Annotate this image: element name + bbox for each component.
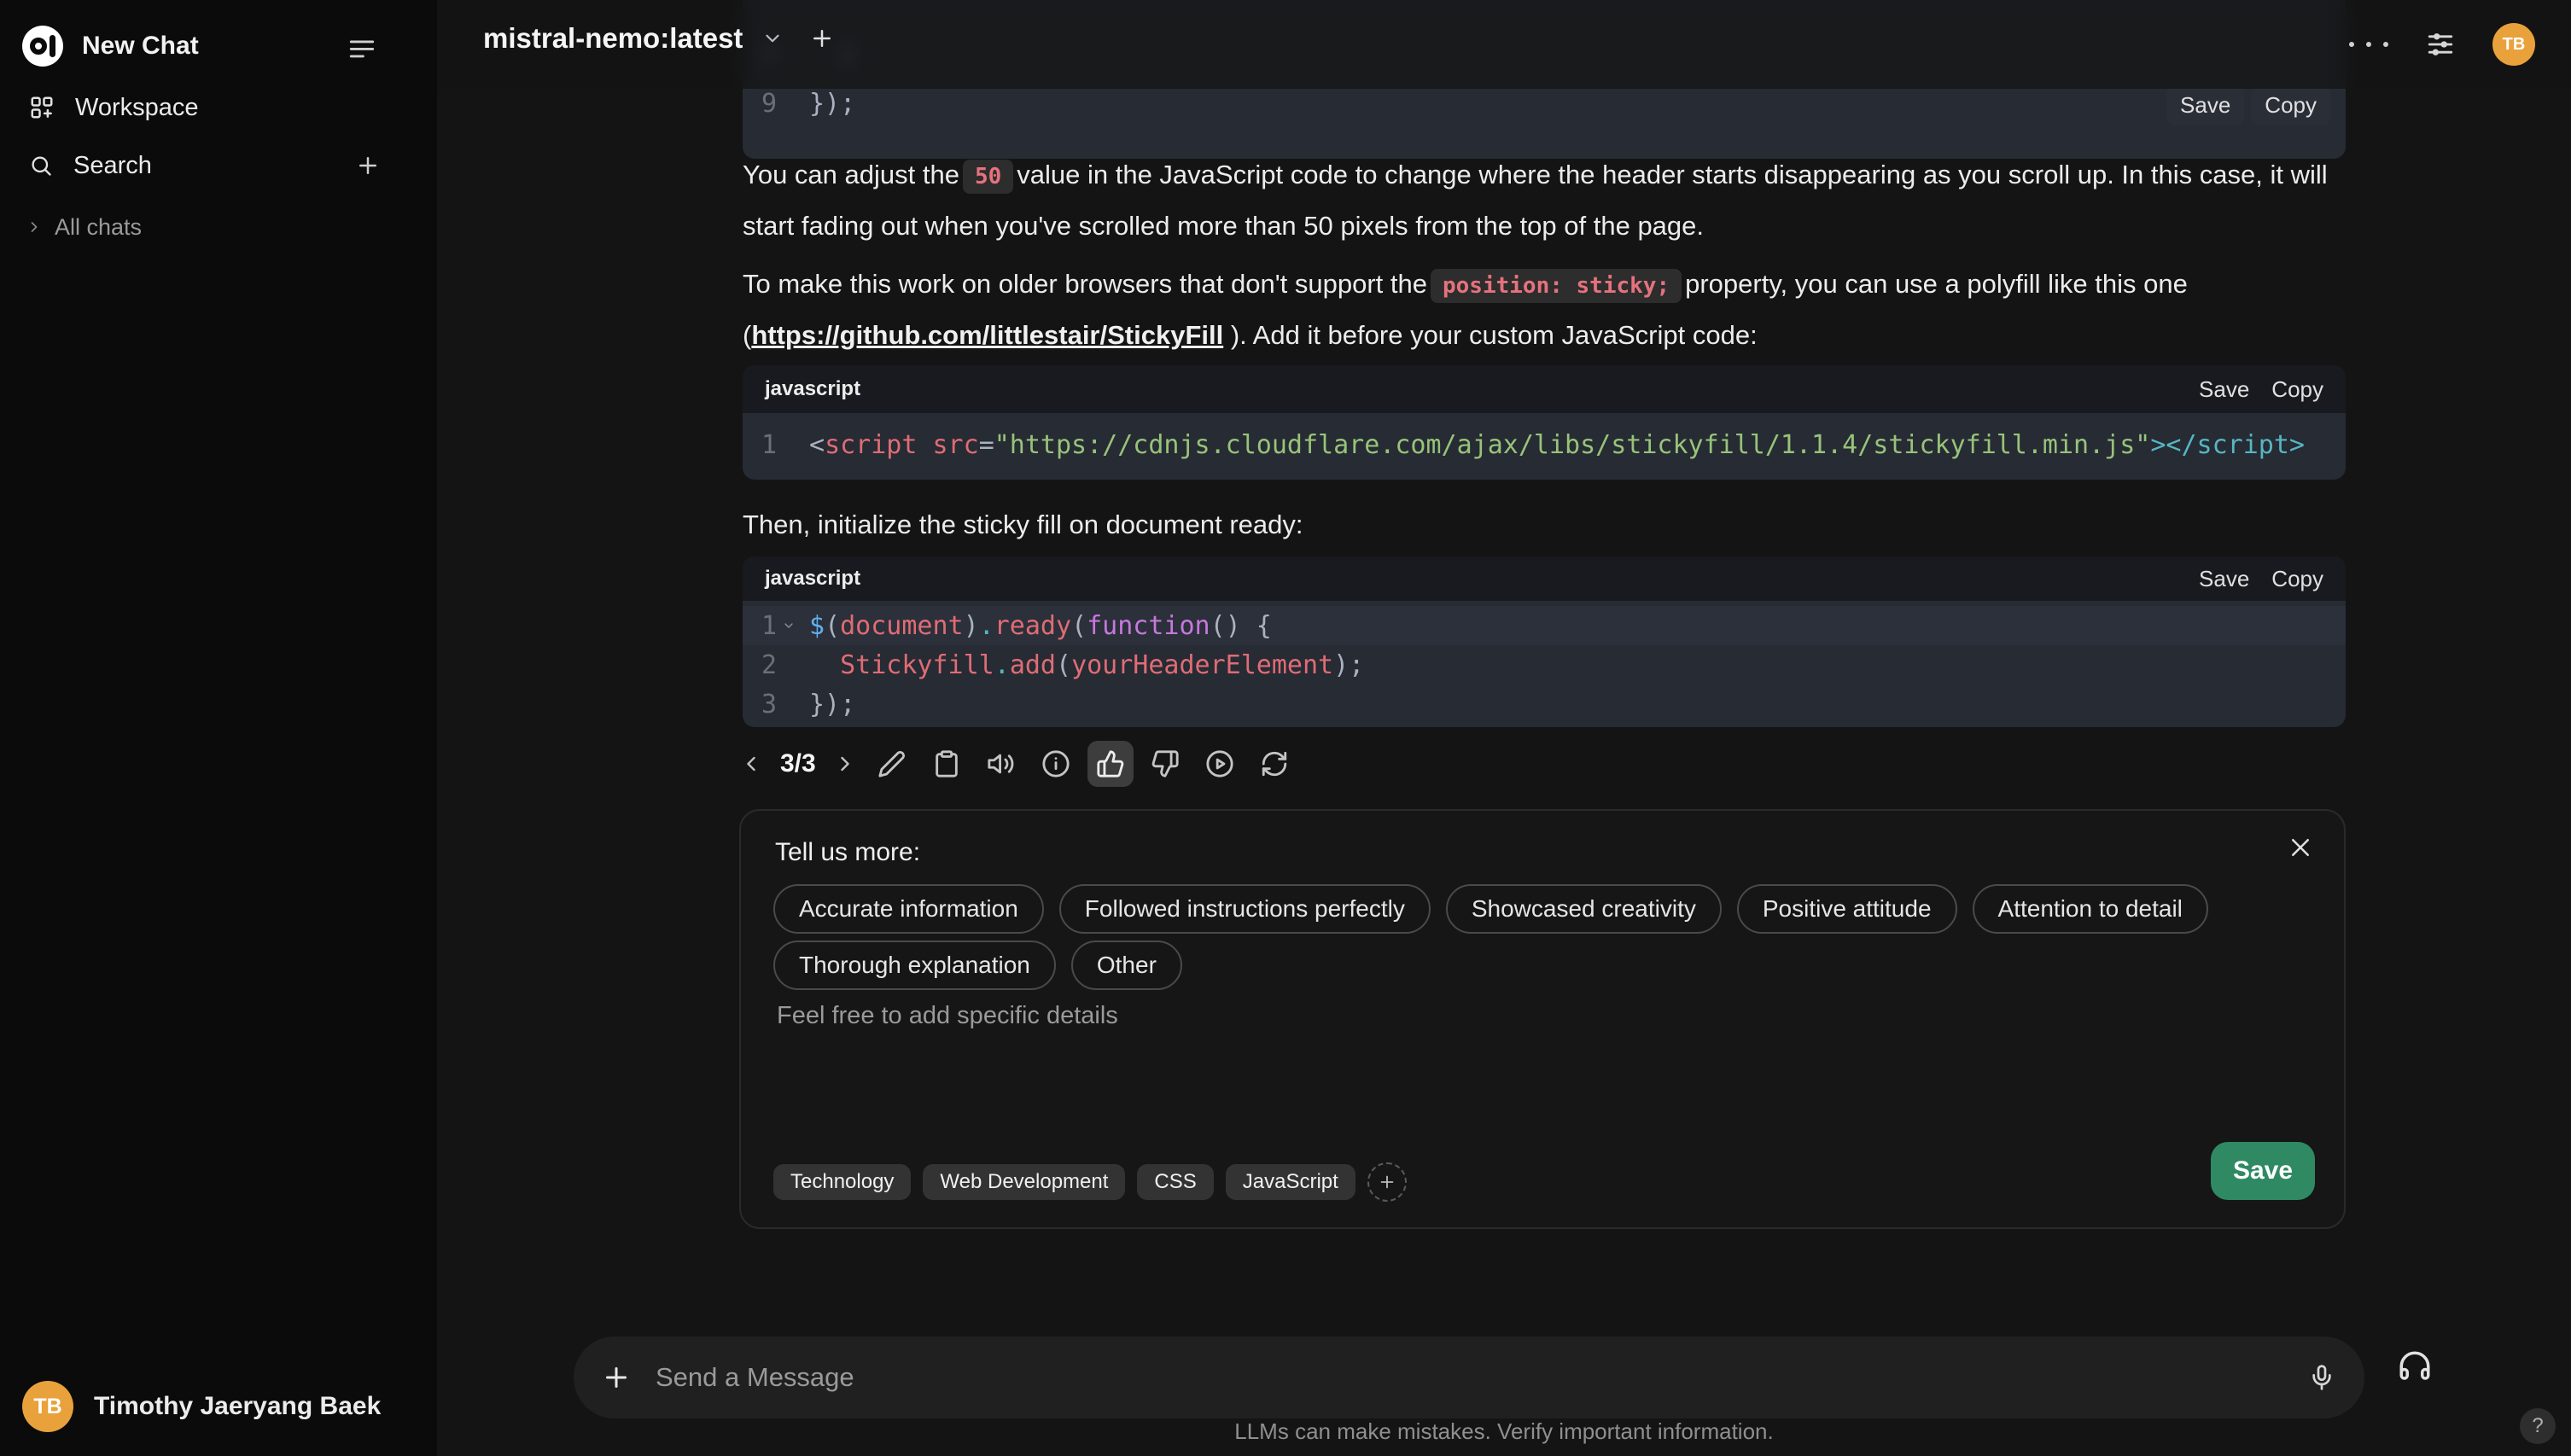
chat-controls-icon[interactable]: [2426, 30, 2455, 59]
code-line: $(document).ready(function() {: [809, 610, 1272, 641]
sidebar-toggle-icon[interactable]: [343, 31, 381, 65]
headphones-icon[interactable]: [2397, 1348, 2433, 1384]
code-line: Stickyfill.add(yourHeaderElement);: [840, 649, 1365, 680]
code-language-label: javascript: [765, 377, 861, 400]
attach-plus-icon[interactable]: [601, 1362, 632, 1393]
feedback-chip[interactable]: Other: [1070, 941, 1182, 990]
edit-icon[interactable]: [869, 741, 915, 787]
inline-code: 50: [962, 160, 1014, 194]
prev-message-icon[interactable]: [736, 741, 767, 787]
inline-code: position: sticky;: [1431, 269, 1682, 303]
all-chats-label: All chats: [55, 213, 143, 240]
code-save-button[interactable]: Save: [2199, 566, 2249, 592]
feedback-chip[interactable]: Followed instructions perfectly: [1058, 884, 1431, 934]
feedback-save-button[interactable]: Save: [2211, 1142, 2315, 1200]
search-label: Search: [73, 151, 152, 179]
new-chat-plus-icon[interactable]: [355, 153, 381, 178]
code-line: });: [809, 689, 856, 719]
feedback-details-input[interactable]: [777, 1002, 2228, 1130]
help-button[interactable]: ?: [2520, 1408, 2556, 1444]
feedback-chip[interactable]: Accurate information: [773, 884, 1044, 934]
workspace-icon: [29, 95, 55, 120]
feedback-title: Tell us more:: [775, 838, 921, 866]
sidebar-item-search[interactable]: Search: [0, 138, 437, 193]
chevron-right-icon: [26, 218, 43, 236]
user-avatar: TB: [22, 1381, 73, 1432]
model-selector[interactable]: mistral-nemo:latest: [483, 22, 835, 55]
tag-badge[interactable]: JavaScript: [1225, 1164, 1355, 1200]
thumbs-down-icon[interactable]: [1142, 741, 1188, 787]
assistant-paragraph: Then, initialize the sticky fill on docu…: [743, 510, 1303, 539]
regenerate-icon[interactable]: [1251, 741, 1297, 787]
top-bar: mistral-nemo:latest TB: [437, 0, 2571, 89]
code-copy-button[interactable]: Copy: [2271, 566, 2323, 592]
code-block-script: javascript Save Copy 1 <script src="http…: [743, 365, 2346, 480]
app-logo-icon: [22, 26, 63, 67]
model-name: mistral-nemo:latest: [483, 22, 743, 54]
chat-main: 8 } 9 }); Save Copy You can adjust the50…: [437, 0, 2571, 1456]
message-page-indicator: 3/3: [780, 749, 816, 778]
feedback-chip[interactable]: Showcased creativity: [1445, 884, 1722, 934]
code-copy-button[interactable]: Copy: [2251, 85, 2330, 125]
feedback-chip[interactable]: Positive attitude: [1736, 884, 1957, 934]
copy-icon[interactable]: [924, 741, 970, 787]
continue-response-icon[interactable]: [1197, 741, 1243, 787]
header-avatar[interactable]: TB: [2492, 23, 2535, 66]
read-aloud-icon[interactable]: [978, 741, 1024, 787]
assistant-paragraph: To make this work on older browsers that…: [743, 269, 2188, 350]
code-fold-icon[interactable]: [782, 619, 796, 632]
info-icon[interactable]: [1033, 741, 1079, 787]
search-icon: [29, 154, 53, 178]
code-language-label: javascript: [765, 567, 861, 590]
feedback-chip[interactable]: Attention to detail: [1972, 884, 2208, 934]
next-message-icon[interactable]: [830, 741, 860, 787]
disclaimer-text: LLMs can make mistakes. Verify important…: [1234, 1418, 1774, 1444]
code-line: });: [809, 88, 856, 119]
sidebar: New Chat Workspace Search All chats TB T…: [0, 0, 437, 1456]
tag-row: Technology Web Development CSS JavaScrip…: [773, 1162, 1407, 1202]
feedback-chip[interactable]: Thorough explanation: [773, 941, 1056, 990]
code-save-button[interactable]: Save: [2199, 376, 2249, 403]
thumbs-up-icon[interactable]: [1087, 741, 1134, 787]
add-tag-icon[interactable]: [1367, 1162, 1407, 1202]
feedback-panel: Tell us more: Accurate information Follo…: [739, 809, 2346, 1229]
feedback-chip-row: Thorough explanation Other: [773, 941, 1182, 990]
message-composer: [574, 1337, 2364, 1418]
workspace-label: Workspace: [75, 93, 199, 121]
user-name: Timothy Jaeryang Baek: [94, 1392, 382, 1420]
code-copy-button[interactable]: Copy: [2271, 376, 2323, 403]
chevron-down-icon: [761, 27, 784, 50]
new-chat-button[interactable]: New Chat: [82, 32, 199, 61]
stickyfill-link[interactable]: https://github.com/littlestair/StickyFil…: [751, 320, 1223, 350]
assistant-paragraph: You can adjust the 50 value in the JavaScr…: [743, 160, 2328, 241]
app-root: New Chat Workspace Search All chats TB T…: [0, 0, 2571, 1456]
tag-badge[interactable]: CSS: [1137, 1164, 1214, 1200]
more-options-icon[interactable]: [2349, 19, 2388, 70]
code-line: <script src="https://cdnjs.cloudflare.co…: [809, 429, 2305, 460]
tag-badge[interactable]: Web Development: [923, 1164, 1126, 1200]
tag-badge[interactable]: Technology: [773, 1164, 912, 1200]
message-actions: 3/3: [736, 741, 1297, 787]
code-save-button[interactable]: Save: [2166, 85, 2245, 125]
new-chat-add-icon[interactable]: [809, 26, 835, 51]
feedback-chip-row: Accurate information Followed instructio…: [773, 884, 2208, 934]
message-input[interactable]: [656, 1362, 2308, 1393]
microphone-icon[interactable]: [2308, 1364, 2335, 1391]
sidebar-item-all-chats[interactable]: All chats: [0, 203, 437, 251]
user-menu[interactable]: TB Timothy Jaeryang Baek: [14, 1372, 423, 1441]
sidebar-item-workspace[interactable]: Workspace: [0, 80, 437, 135]
close-icon[interactable]: [2288, 835, 2313, 860]
code-block-ready: javascript Save Copy 1 $(document).ready…: [743, 556, 2346, 727]
